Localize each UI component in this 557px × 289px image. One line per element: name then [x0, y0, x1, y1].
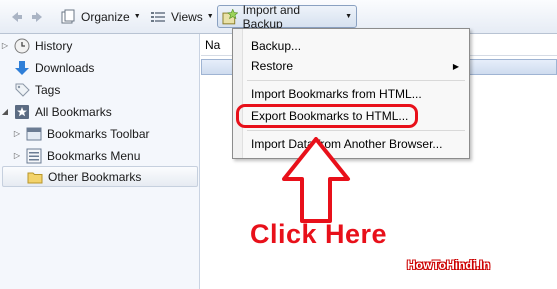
organize-icon — [61, 9, 75, 23]
sidebar-item-all-bookmarks[interactable]: ◢ All Bookmarks — [0, 101, 200, 122]
toolbar-icon — [26, 127, 42, 140]
highlight-oval — [236, 104, 418, 128]
sidebar-item-label: Tags — [35, 82, 61, 97]
sidebar-item-label: Bookmarks Toolbar — [47, 126, 150, 141]
menu-icon — [26, 148, 42, 163]
sidebar-item-label: Other Bookmarks — [48, 169, 142, 184]
import-backup-label: Import and Backup — [242, 2, 301, 31]
download-icon — [15, 60, 29, 75]
sidebar-item-label: Bookmarks Menu — [47, 148, 141, 163]
expand-icon[interactable]: ▷ — [12, 129, 22, 138]
watermark: HowToHindi.In — [407, 258, 491, 272]
sidebar-item-bookmarks-menu[interactable]: ▷ Bookmarks Menu — [0, 145, 200, 166]
views-button[interactable]: Views ▼ — [146, 5, 218, 28]
sidebar-item-label: Downloads — [35, 60, 95, 75]
sidebar-item-history[interactable]: ▷ History — [0, 35, 200, 56]
forward-arrow-icon[interactable] — [30, 9, 46, 25]
menu-separator — [247, 80, 465, 81]
column-header-label: Na — [205, 38, 221, 52]
menu-item-label: Backup... — [251, 39, 302, 53]
pointer-arrow-icon — [282, 137, 350, 223]
menu-item-restore[interactable]: Restore ▶ — [251, 56, 463, 76]
sidebar-item-label: All Bookmarks — [35, 104, 112, 119]
folder-icon — [27, 172, 43, 183]
click-here-annotation: Click Here — [250, 219, 388, 249]
views-icon — [151, 11, 165, 22]
sidebar-item-bookmarks-toolbar[interactable]: ▷ Bookmarks Toolbar — [0, 123, 200, 144]
expand-icon[interactable]: ▷ — [12, 151, 22, 160]
clock-icon — [14, 38, 30, 53]
submenu-arrow-icon: ▶ — [452, 61, 459, 71]
sidebar-item-downloads[interactable]: Downloads — [0, 57, 200, 78]
import-backup-button[interactable]: Import and Backup ▼ — [217, 2, 357, 31]
star-icon — [15, 104, 29, 119]
back-arrow-icon[interactable] — [8, 9, 24, 25]
chevron-down-icon: ▼ — [133, 13, 141, 20]
sidebar: ▷ History Downloads Tags ◢ All Bookmarks… — [0, 34, 200, 289]
collapse-icon[interactable]: ◢ — [0, 107, 10, 116]
menu-gutter — [233, 29, 243, 158]
sidebar-item-label: History — [35, 38, 73, 53]
menu-item-import-html[interactable]: Import Bookmarks from HTML... — [251, 84, 463, 104]
menu-item-label: Import Bookmarks from HTML... — [251, 87, 422, 101]
sidebar-item-other-bookmarks[interactable]: Other Bookmarks — [2, 166, 198, 187]
chevron-down-icon: ▼ — [206, 13, 214, 20]
expand-icon[interactable]: ▷ — [0, 41, 10, 50]
import-backup-icon — [222, 8, 238, 24]
menu-item-backup[interactable]: Backup... — [251, 36, 463, 56]
menu-separator — [247, 130, 465, 131]
organize-button[interactable]: Organize ▼ — [56, 5, 145, 28]
tag-icon — [15, 83, 30, 97]
menu-item-label: Restore — [251, 59, 294, 73]
chevron-down-icon: ▼ — [345, 13, 352, 20]
views-label: Views — [171, 9, 203, 24]
sidebar-item-tags[interactable]: Tags — [0, 79, 200, 100]
organize-label: Organize — [81, 9, 130, 24]
